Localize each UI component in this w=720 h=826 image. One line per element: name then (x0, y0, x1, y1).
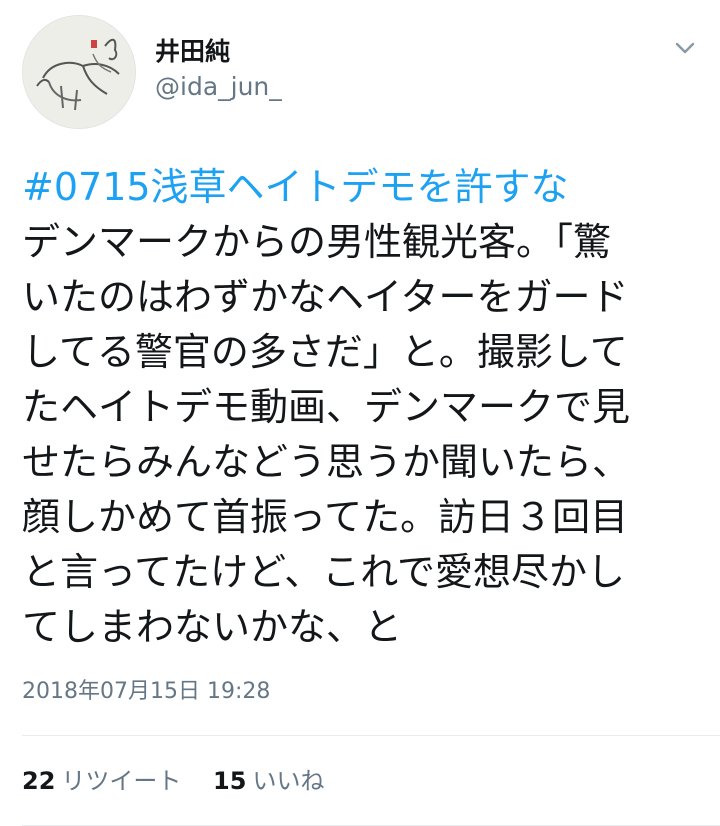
tweet-stats: 22 リツイート 15 いいね (22, 764, 348, 798)
tweet-line: せたらみんなどう思うか聞いたら、 (22, 440, 631, 484)
chevron-down-icon[interactable] (672, 35, 698, 61)
likes-count: 15 (213, 767, 247, 795)
tweet-header: 井田純 @ida_jun_ (22, 15, 702, 135)
tweet-line: いたのはわずかなヘイターをガード (22, 275, 629, 319)
tweet-line: 顔しかめて首振ってた。訪日３回目 (22, 495, 629, 539)
divider (22, 735, 720, 736)
retweets-count: 22 (22, 767, 56, 795)
author-names[interactable]: 井田純 @ida_jun_ (155, 35, 282, 105)
likes-stat[interactable]: 15 いいね (213, 764, 324, 798)
likes-label: いいね (252, 767, 325, 795)
display-name[interactable]: 井田純 (155, 35, 282, 69)
handle[interactable]: @ida_jun_ (155, 69, 282, 105)
tweet-line: デンマークからの男性観光客。「驚 (22, 220, 612, 264)
tweet-line: てしまわないかな、と (22, 605, 403, 649)
avatar[interactable] (22, 15, 136, 129)
tweet-line: と言ってたけど、これで愛想尽かし (22, 550, 626, 594)
timestamp[interactable]: 2018年07月15日 19:28 (22, 676, 270, 708)
retweets-label: リツイート (61, 767, 182, 795)
ink-sketch-dog-avatar-icon (23, 16, 135, 128)
tweet-text: #0715浅草ヘイトデモを許すな デンマークからの男性観光客。「驚 いたのはわず… (22, 160, 702, 655)
hashtag-link[interactable]: #0715浅草ヘイトデモを許すな (22, 160, 702, 215)
retweets-stat[interactable]: 22 リツイート (22, 764, 181, 798)
tweet-line: たヘイトデモ動画、デンマークで見 (22, 385, 631, 429)
tweet-line: してる警官の多さだ」と。撮影して (22, 330, 628, 374)
